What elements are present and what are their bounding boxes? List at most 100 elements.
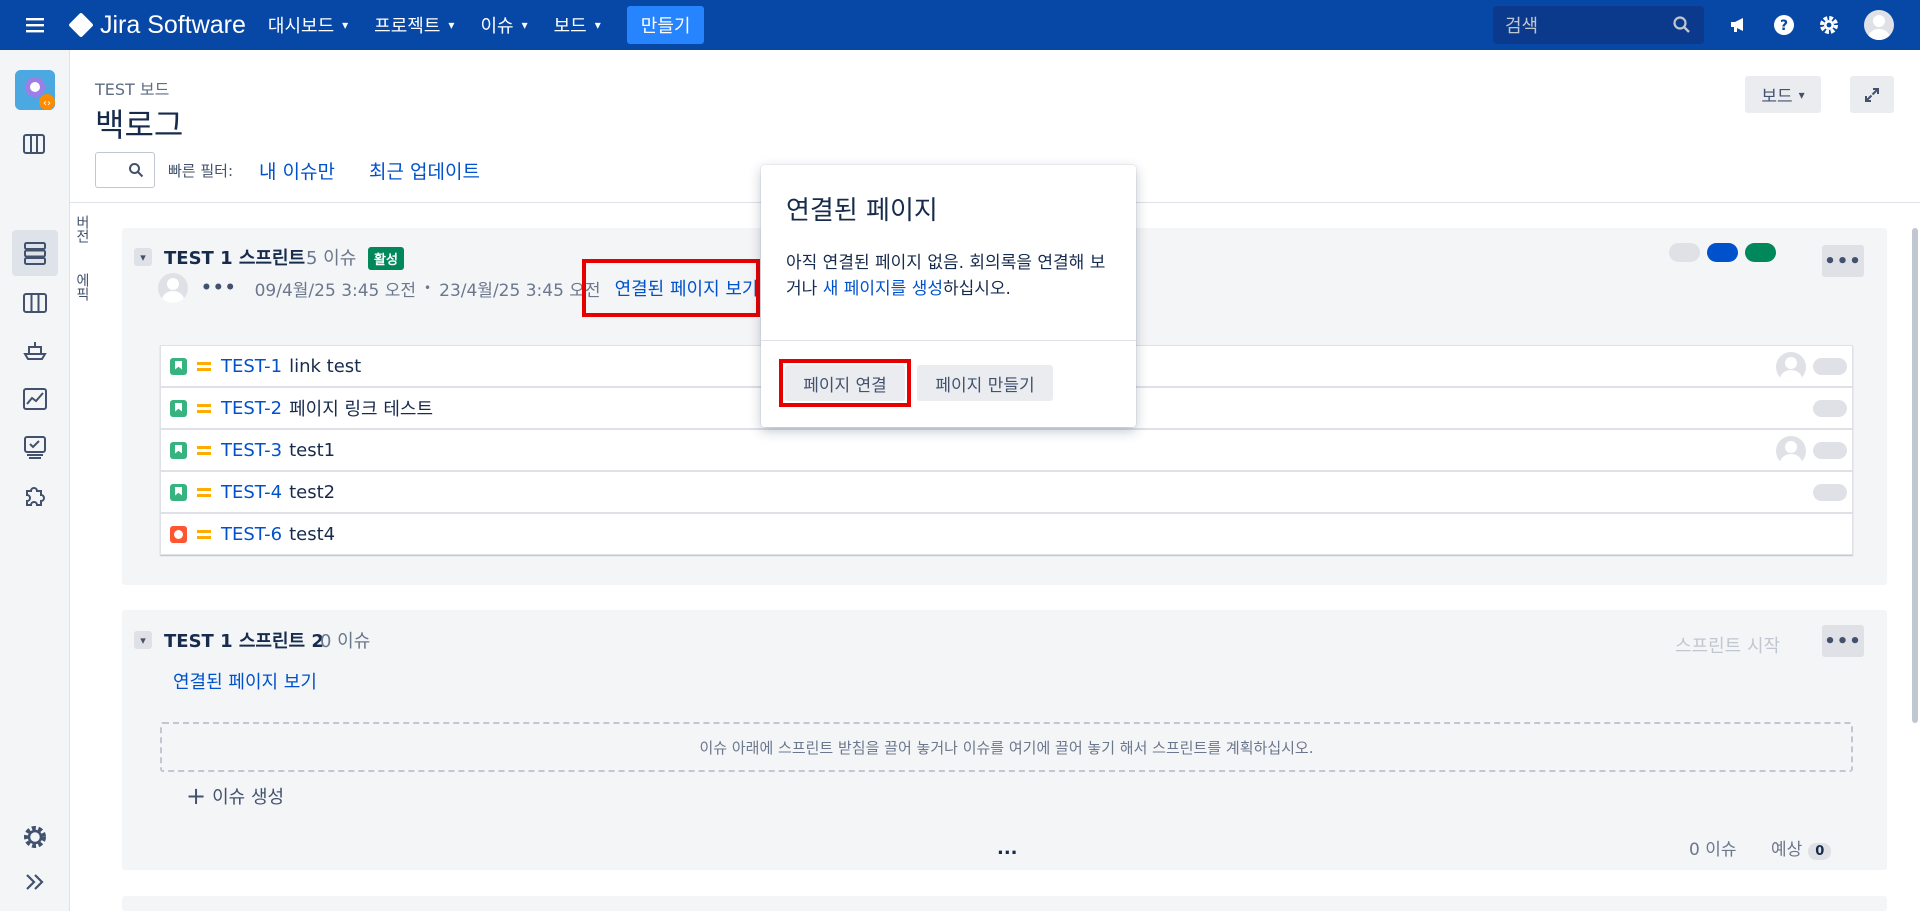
date-separator: • — [424, 281, 432, 295]
filter-search-input[interactable] — [95, 152, 155, 188]
estimate-badge: 0 — [1808, 843, 1832, 860]
sprint-empty-dropzone[interactable]: 이슈 아래에 스프린트 받침을 끌어 놓거나 이슈를 여기에 끌어 놓기 해서 … — [160, 722, 1853, 772]
estimate-pill — [1813, 400, 1847, 417]
releases-ship-icon[interactable] — [20, 336, 50, 366]
avatar[interactable] — [1776, 436, 1806, 466]
popup-divider — [761, 340, 1136, 341]
issue-key[interactable]: TEST-1 — [221, 356, 282, 377]
create-issue-button[interactable]: + 이슈 생성 — [186, 783, 284, 809]
story-icon — [170, 441, 187, 459]
sprint-start-date: 09/4월/25 3:45 오전 — [254, 280, 417, 301]
priority-medium-icon — [197, 445, 211, 455]
board-button-label: 보드 — [1761, 87, 1793, 107]
view-linked-pages-link[interactable]: 연결된 페이지 보기 — [173, 668, 317, 694]
estimate-pill — [1813, 442, 1847, 459]
sprint-name[interactable]: TEST 1 스프린트 2 — [164, 627, 324, 653]
popup-message-suffix: 하십시오. — [942, 279, 1011, 299]
table-row[interactable]: TEST-4 test2 — [160, 471, 1853, 513]
nav-projects-label: 프로젝트 — [374, 16, 441, 37]
avatar[interactable] — [158, 273, 188, 303]
project-avatar-icon[interactable]: ‹› — [15, 70, 55, 110]
settings-gear-icon[interactable] — [1816, 12, 1842, 38]
sprint-end-date: 23/4월/25 3:45 오전 — [439, 280, 601, 301]
versions-tab[interactable]: 버전 — [72, 215, 92, 251]
estimate-pill — [1813, 484, 1847, 501]
breadcrumb[interactable]: TEST 보드 — [95, 76, 169, 100]
board-icon[interactable] — [20, 130, 50, 160]
issue-key[interactable]: TEST-2 — [221, 398, 282, 419]
notifications-megaphone-icon[interactable] — [1726, 12, 1752, 38]
issues-checklist-icon[interactable] — [20, 432, 50, 462]
nav-boards[interactable]: 보드 ▾ — [554, 12, 601, 38]
filter-recently-updated[interactable]: 최근 업데이트 — [369, 157, 480, 184]
priority-medium-icon — [197, 403, 211, 413]
collapse-sprint-chevron-icon[interactable]: ▾ — [134, 248, 152, 266]
issue-key[interactable]: TEST-6 — [221, 524, 282, 545]
add-ons-puzzle-icon[interactable] — [20, 480, 50, 510]
story-icon — [170, 483, 187, 501]
sprint-container — [122, 896, 1887, 911]
search-icon — [1673, 16, 1690, 33]
user-avatar[interactable] — [1864, 10, 1894, 40]
start-sprint-button[interactable]: 스프린트 시작 — [1675, 632, 1780, 658]
expand-arrows-icon — [1865, 87, 1879, 102]
nav-projects[interactable]: 프로젝트 ▾ — [374, 12, 454, 38]
popup-message: 아직 연결된 페이지 없음. 회의록을 연결해 보거나 새 페이지를 생성하십시… — [786, 250, 1116, 302]
backlog-icon[interactable] — [20, 238, 50, 268]
fullscreen-button[interactable] — [1850, 76, 1894, 113]
bug-icon — [170, 525, 187, 543]
plus-icon: + — [186, 782, 207, 810]
search-icon — [129, 163, 144, 178]
sprint-status-pills — [1669, 243, 1776, 262]
reports-chart-icon[interactable] — [20, 384, 50, 414]
sprint-footer-count: 0 이슈 — [1689, 840, 1737, 860]
search-input[interactable]: 검색 — [1493, 6, 1704, 44]
chevron-down-icon: ▾ — [342, 18, 349, 32]
filter-only-my-issues[interactable]: 내 이슈만 — [259, 157, 335, 184]
epics-tab[interactable]: 에픽 — [72, 273, 92, 309]
story-icon — [170, 357, 187, 375]
nav-issues[interactable]: 이슈 ▾ — [480, 12, 527, 38]
avatar[interactable] — [1776, 352, 1806, 382]
issue-summary: 페이지 링크 테스트 — [289, 399, 434, 420]
nav-dashboards[interactable]: 대시보드 ▾ — [268, 12, 348, 38]
expand-sidebar-icon[interactable] — [20, 867, 50, 897]
issue-summary: link test — [289, 355, 362, 377]
collapse-sprint-chevron-icon[interactable]: ▾ — [134, 631, 152, 649]
sprint-name[interactable]: TEST 1 스프린트 — [164, 244, 305, 270]
app-name: Jira Software — [100, 10, 246, 39]
sprint-more-actions-button[interactable]: ••• — [1822, 245, 1864, 277]
create-new-page-link[interactable]: 새 페이지를 생성 — [823, 279, 943, 299]
issue-summary: test1 — [289, 439, 336, 461]
sprint-more-actions-button[interactable]: ••• — [1822, 625, 1864, 657]
in-progress-estimate-pill — [1707, 243, 1738, 262]
quick-filters: 빠른 필터: 내 이슈만 최근 업데이트 — [95, 152, 514, 188]
help-icon[interactable]: ? — [1771, 12, 1797, 38]
priority-medium-icon — [197, 361, 211, 371]
project-settings-icon[interactable] — [20, 822, 50, 852]
create-page-button[interactable]: 페이지 만들기 — [917, 365, 1053, 401]
vertical-scrollbar[interactable] — [1912, 228, 1918, 723]
issue-key[interactable]: TEST-4 — [221, 482, 282, 503]
chevron-down-icon: ▾ — [594, 18, 601, 32]
todo-estimate-pill — [1669, 243, 1700, 262]
board-dropdown-button[interactable]: 보드 ▾ — [1745, 76, 1821, 113]
jira-diamond-icon — [68, 12, 94, 38]
project-sidebar: ‹› — [0, 50, 70, 911]
page-title: 백로그 — [95, 106, 184, 144]
create-button[interactable]: 만들기 — [626, 6, 705, 44]
highlight-box — [582, 259, 760, 317]
active-sprints-icon[interactable] — [20, 288, 50, 318]
chevron-down-icon: ▾ — [448, 18, 455, 32]
table-row[interactable]: TEST-3 test1 — [160, 429, 1853, 471]
issue-key[interactable]: TEST-3 — [221, 440, 282, 461]
more-dots-icon[interactable]: ••• — [201, 278, 237, 298]
table-row[interactable]: TEST-6 test4 — [160, 513, 1853, 555]
jira-logo[interactable]: Jira Software — [68, 10, 246, 40]
estimate-pill — [1813, 358, 1847, 375]
backlog-side-tabs: 버전 에픽 — [72, 215, 92, 309]
app-switcher-icon[interactable] — [0, 0, 70, 50]
ellipsis-icon[interactable]: ... — [997, 838, 1018, 859]
svg-text:?: ? — [1780, 18, 1788, 34]
highlight-box — [779, 359, 911, 407]
